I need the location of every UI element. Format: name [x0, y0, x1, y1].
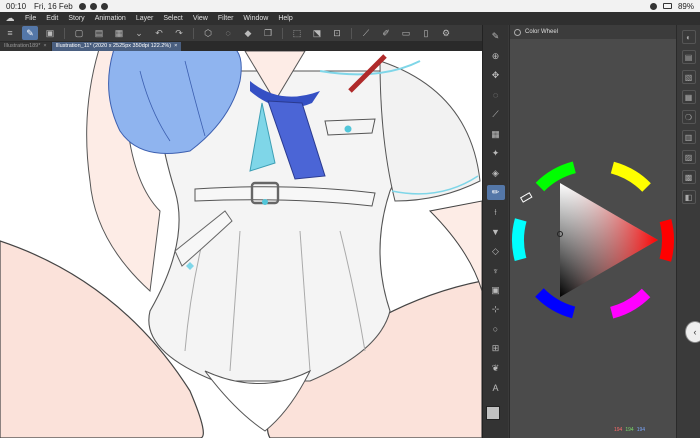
menu-help[interactable]: Help	[273, 15, 297, 22]
blue-value: 194	[636, 427, 646, 433]
menu-view[interactable]: View	[188, 15, 213, 22]
pen-ruler-icon[interactable]: ✐	[378, 26, 394, 40]
fill-icon[interactable]: ◆	[240, 26, 256, 40]
brush-tool-icon[interactable]: ⟊	[487, 205, 505, 220]
tool-palette: ✎ ⊕ ✥ ◌ ⟋ ▦ ✦ ◈ ✏ ⟊ ▼ ◇ ♆ ▣ ⊹ ○ ⊞ ❦ A	[482, 25, 508, 438]
auto-action-icon[interactable]: ◧	[681, 190, 696, 204]
pen-tool-icon[interactable]: ✎	[487, 29, 505, 44]
eraser-tool-icon[interactable]: ◇	[487, 244, 505, 259]
saturation-value-triangle[interactable]	[560, 183, 658, 297]
color-wheel-icon	[514, 28, 521, 36]
canvas-artwork	[0, 51, 482, 438]
marker-tool-icon[interactable]: ▼	[487, 224, 505, 239]
clear-selection-icon[interactable]: ⬚	[289, 26, 305, 40]
undo-icon[interactable]: ↶	[151, 26, 167, 40]
menu-animation[interactable]: Animation	[90, 15, 131, 22]
material-icon[interactable]: ▦	[681, 90, 696, 104]
export-icon[interactable]: ▦	[111, 26, 127, 40]
grid-tool-icon[interactable]: ▦	[487, 127, 505, 142]
youtube-icon	[100, 2, 108, 10]
chevron-down-icon[interactable]: ⌄	[131, 26, 147, 40]
close-icon[interactable]: ×	[174, 42, 177, 51]
drawing-canvas[interactable]	[0, 51, 482, 438]
document-tabs: Illustration189* × Illustration_11* (202…	[0, 42, 482, 51]
color-wheel[interactable]	[510, 155, 677, 325]
notification-icon	[78, 2, 86, 10]
menu-filter[interactable]: Filter	[213, 15, 239, 22]
toolbar-divider	[64, 27, 65, 39]
hue-selector-handle[interactable]	[519, 192, 533, 203]
android-status-bar: 00:10 Fri, 16 Feb 89%	[0, 0, 700, 12]
menu-story[interactable]: Story	[63, 15, 89, 22]
menu-file[interactable]: File	[20, 15, 41, 22]
gradient-tool-icon[interactable]: ▣	[487, 283, 505, 298]
tab-illustration189[interactable]: Illustration189* ×	[0, 42, 51, 51]
ruler-icon[interactable]: ⟋	[358, 26, 374, 40]
history-icon[interactable]: ▨	[681, 150, 696, 164]
copy-icon[interactable]: ❐	[260, 26, 276, 40]
toolbar-divider	[351, 27, 352, 39]
battery-icon	[662, 3, 672, 9]
layer-panel-icon[interactable]: ▤	[681, 50, 696, 64]
menu-edit[interactable]: Edit	[41, 15, 63, 22]
tab-label: Illustration_11* (2020 x 2525px 350dpi 1…	[55, 43, 172, 49]
blend-tool-icon[interactable]: ♆	[487, 263, 505, 278]
battery-level: 89%	[677, 1, 694, 11]
zoom-tool-icon[interactable]: ⊕	[487, 49, 505, 64]
toolbar-divider	[282, 27, 283, 39]
color-wheel-panel: Color Wheel 194 194 194	[509, 25, 676, 438]
tab-illustration11[interactable]: Illustration_11* (2020 x 2525px 350dpi 1…	[51, 42, 182, 51]
balloon-tool-icon[interactable]: ❦	[487, 361, 505, 376]
navigator-icon[interactable]: ▧	[681, 70, 696, 84]
mobile-icon[interactable]: ▯	[418, 26, 434, 40]
app-logo-icon[interactable]: ☁	[0, 13, 20, 24]
wand-tool-icon[interactable]: ✦	[487, 146, 505, 161]
color-set-icon[interactable]: ◐	[681, 30, 696, 44]
move-tool-icon[interactable]: ✥	[487, 68, 505, 83]
command-bar: ≡ ✎ ▣ ▢ ▤ ▦ ⌄ ↶ ↷ ⬡ ◌ ◆ ❐ ⬚ ⬔ ⊡ ⟋ ✐ ▭ ▯ …	[0, 25, 482, 42]
panel-header: Color Wheel	[510, 25, 676, 39]
fill-tool-icon[interactable]: ◈	[487, 166, 505, 181]
layer-property-icon[interactable]: ❍	[681, 110, 696, 124]
image-icon[interactable]: ▣	[42, 26, 58, 40]
invert-selection-icon[interactable]: ⬔	[309, 26, 325, 40]
status-time: 00:10	[6, 1, 27, 11]
menu-window[interactable]: Window	[238, 15, 273, 22]
frame-tool-icon[interactable]: ⊞	[487, 341, 505, 356]
color-values: 194 194 194	[614, 427, 645, 433]
search-layer-icon[interactable]: ▥	[681, 130, 696, 144]
shape-tool-icon[interactable]: ○	[487, 322, 505, 337]
menu-layer[interactable]: Layer	[131, 15, 159, 22]
main-color-chip[interactable]	[486, 406, 500, 420]
status-date: Fri, 16 Feb	[34, 1, 73, 11]
crop-icon[interactable]: ⊡	[329, 26, 345, 40]
lasso-tool-icon[interactable]: ◌	[487, 88, 505, 103]
transform-icon[interactable]: ⬡	[200, 26, 216, 40]
brush-size-icon[interactable]: ✎	[22, 26, 38, 40]
download-icon	[89, 2, 97, 10]
panel-toggle-chevron-icon[interactable]: ‹	[685, 321, 700, 343]
right-sidebar: ◐ ▤ ▧ ▦ ❍ ▥ ▨ ▩ ◧	[676, 25, 700, 438]
panel-title: Color Wheel	[525, 29, 559, 35]
text-tool-icon[interactable]: A	[487, 380, 505, 395]
toolbar-divider	[193, 27, 194, 39]
menu-bar: ☁ File Edit Story Animation Layer Select…	[0, 12, 700, 25]
figure-tool-icon[interactable]: ⊹	[487, 302, 505, 317]
menu-select[interactable]: Select	[158, 15, 187, 22]
new-file-icon[interactable]: ▢	[71, 26, 87, 40]
hamburger-menu-icon[interactable]: ≡	[2, 26, 18, 40]
lasso-icon[interactable]: ◌	[220, 26, 236, 40]
close-icon[interactable]: ×	[43, 42, 46, 51]
green-value: 194	[625, 427, 634, 433]
layer-icon[interactable]: ▭	[398, 26, 414, 40]
red-value: 194	[614, 427, 623, 433]
save-icon[interactable]: ▤	[91, 26, 107, 40]
tab-label: Illustration189*	[4, 43, 41, 49]
eyedropper-tool-icon[interactable]: ⟋	[487, 107, 505, 122]
wifi-icon	[649, 2, 657, 10]
redo-icon[interactable]: ↷	[171, 26, 187, 40]
pencil-tool-icon[interactable]: ✏	[486, 185, 505, 200]
subview-icon[interactable]: ▩	[681, 170, 696, 184]
settings-icon[interactable]: ⚙	[438, 26, 454, 40]
